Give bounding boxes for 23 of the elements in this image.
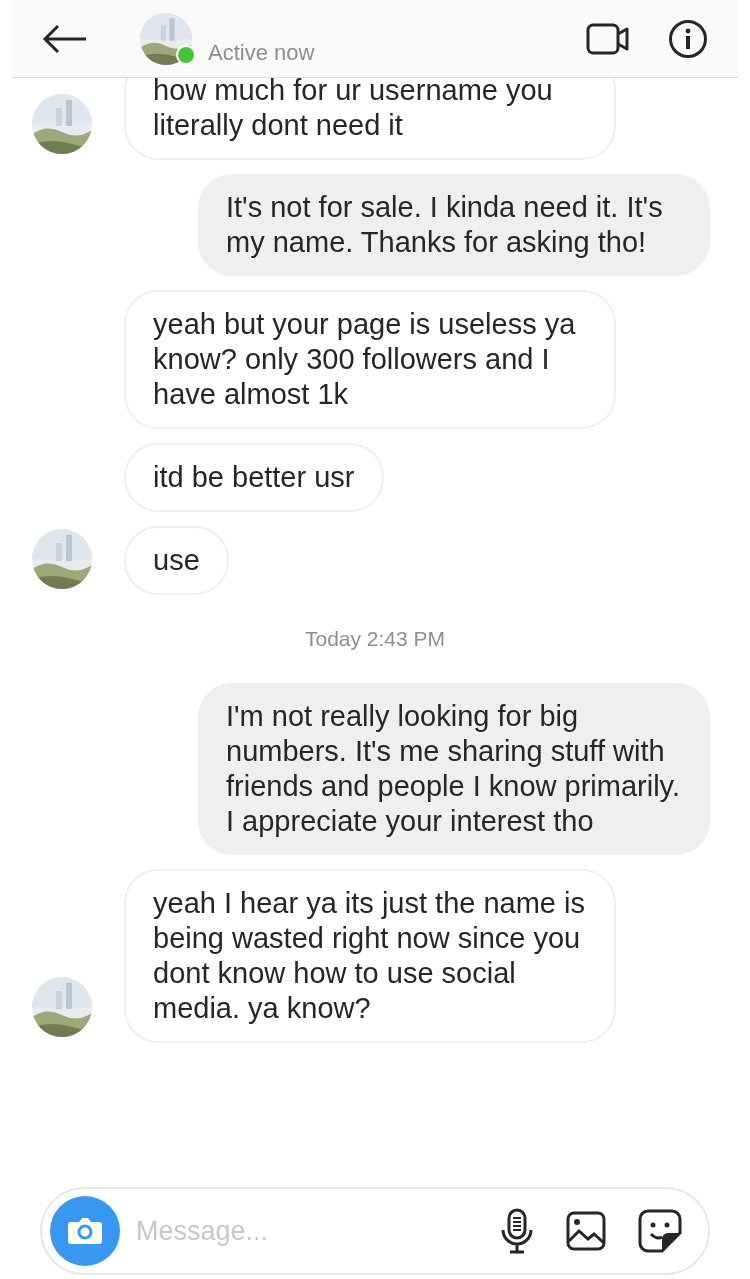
received-message: yeah but your page is useless ya know? only 300 followers and I have almost 1k [124, 290, 616, 429]
sent-message: It's not for sale. I kinda need it. It's my name. Thanks for asking tho! [198, 174, 710, 276]
received-message: how much for ur username you literally dont need it [124, 78, 616, 160]
received-message: use [124, 526, 229, 595]
microphone-icon [500, 1208, 534, 1254]
camera-icon [67, 1216, 103, 1246]
video-call-button[interactable] [586, 21, 630, 56]
message-input[interactable]: Message... [136, 1210, 490, 1252]
sticker-button[interactable] [638, 1209, 682, 1253]
sticker-icon [638, 1209, 682, 1253]
info-icon [668, 18, 708, 59]
image-icon [566, 1211, 606, 1251]
active-status: Active now [208, 39, 315, 67]
info-button[interactable] [668, 18, 708, 59]
video-camera-icon [586, 21, 630, 56]
microphone-button[interactable] [500, 1208, 534, 1254]
timestamp: Today 2:43 PM [304, 626, 446, 652]
received-message: yeah I hear ya its just the name is being wasted right now since you dont know how to use social media. ya know? [124, 868, 616, 1043]
back-arrow-icon [42, 23, 88, 54]
gallery-button[interactable] [566, 1211, 606, 1251]
camera-button[interactable] [50, 1196, 120, 1266]
sent-message: I'm not really looking for big numbers. It's me sharing stuff with friends and people I know primarily. I appreciate your interest tho [198, 682, 710, 855]
received-message: itd be better usr [124, 443, 384, 512]
